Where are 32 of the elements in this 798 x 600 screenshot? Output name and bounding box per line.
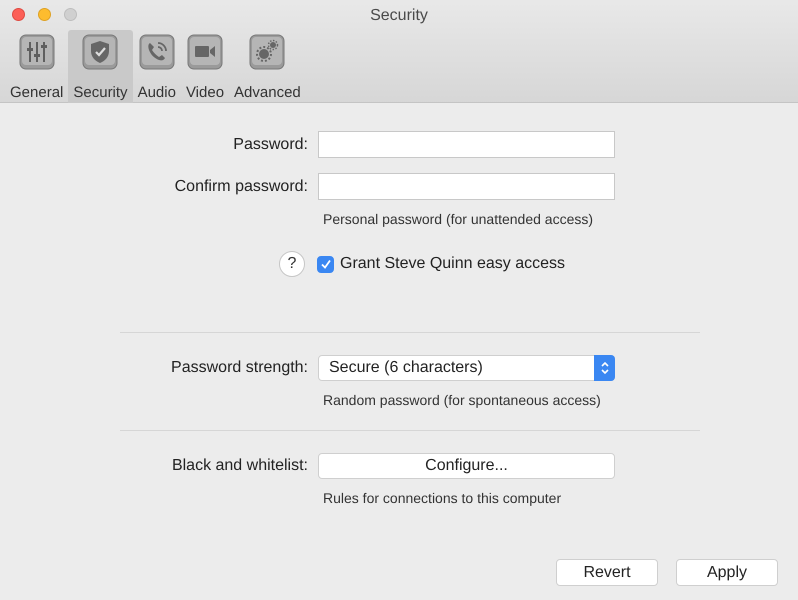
strength-dropdown[interactable]: Secure (6 characters) [318, 355, 615, 381]
toolbar-tab[interactable]: Security [68, 30, 133, 103]
toolbar-tab[interactable]: Video [180, 30, 230, 103]
toolbar-tab[interactable]: Advanced [229, 30, 306, 103]
toolbar-tab[interactable]: Audio [132, 30, 181, 103]
help-button[interactable]: ? [279, 251, 305, 277]
password-field[interactable] [318, 131, 615, 158]
apply-button[interactable]: Apply [676, 559, 778, 586]
minimize-button[interactable] [38, 8, 51, 21]
zoom-button[interactable] [64, 8, 77, 21]
field-label: Password: [232, 136, 308, 154]
gears-icon [249, 34, 286, 70]
field-label: Confirm password: [174, 178, 308, 196]
hint-text: Personal password (for unattended access) [322, 211, 594, 227]
hint-text: Rules for connections to this computer [322, 490, 562, 506]
shield-icon [82, 34, 118, 70]
window-title: Security [370, 7, 428, 25]
field-label: Black and whitelist: [170, 457, 308, 475]
close-button[interactable] [12, 8, 25, 21]
up-down-icon [600, 360, 610, 376]
revert-button[interactable]: Revert [556, 559, 658, 586]
toolbar-tab[interactable]: General [5, 30, 68, 103]
phone-icon [138, 34, 175, 70]
sliders-icon [18, 34, 55, 70]
checkbox[interactable] [317, 256, 334, 272]
hint-text: Random password (for spontaneous access) [322, 392, 602, 408]
field-label: Password strength: [170, 359, 308, 377]
camera-icon [186, 34, 223, 70]
checkbox-label[interactable]: Grant Steve Quinn easy access [340, 255, 565, 273]
confirm-password-field[interactable] [318, 173, 615, 200]
checkmark-icon [318, 257, 332, 271]
configure-button[interactable]: Configure... [318, 453, 615, 479]
